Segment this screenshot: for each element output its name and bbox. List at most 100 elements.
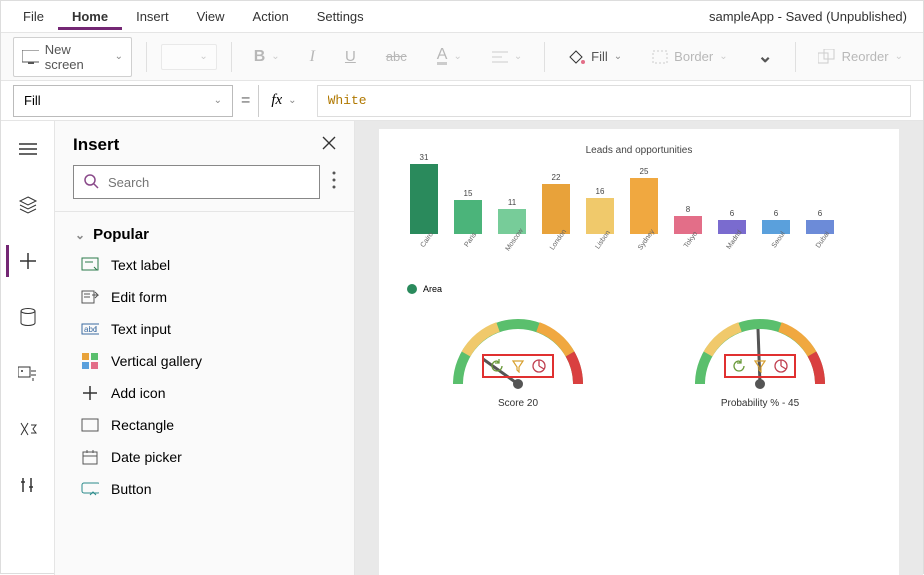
bar-value: 15 [464,189,473,198]
bar-2: 11Moscow [495,198,529,260]
insert-item-datepicker[interactable]: Date picker [73,441,354,473]
bar-category: Tokyo [683,231,712,259]
insert-item-label: Add icon [111,385,165,401]
gauge-probability: Probability % - 45 [680,304,840,409]
filter-icon [512,359,524,373]
rail-advanced-tools[interactable] [8,469,48,501]
layers-icon [18,196,38,214]
insert-item-rect[interactable]: Rectangle [73,409,354,441]
gauge-label: Score 20 [498,398,538,409]
menu-insert[interactable]: Insert [122,3,183,30]
chevron-down-icon: ⌄ [514,51,522,62]
bar-value: 6 [818,209,822,218]
bar-chart: 31Cairo15Paris11Moscow22London16Lisbon25… [397,170,881,260]
ribbon-toolbar: New screen ⌄ ⌄ B⌄ I U abc A⌄ ⌄ Fill ⌄ Bo… [1,33,923,81]
search-box[interactable] [73,165,320,199]
menu-view[interactable]: View [183,3,239,30]
fx-indicator[interactable]: fx ⌄ [258,85,308,117]
expand-button[interactable]: ⌄ [750,42,781,71]
hamburger-icon [19,142,37,156]
equals-sign: = [241,92,250,110]
bar-rect [630,178,658,234]
panel-title: Insert [73,135,119,155]
underline-button[interactable]: U [337,44,364,69]
chevron-down-icon: ⌄ [614,51,622,62]
group-header-popular[interactable]: ⌄ Popular [73,220,354,249]
panel-body: ⌄ Popular Text labelEdit formabcText inp… [55,212,354,575]
insert-item-label: Rectangle [111,417,174,433]
font-color-button[interactable]: A⌄ [429,44,470,69]
gauge-icon [438,304,598,394]
bar-value: 31 [420,153,429,162]
bar-rect [586,198,614,234]
app-canvas[interactable]: Leads and opportunities 31Cairo15Paris11… [379,129,899,575]
border-label: Border [674,49,713,64]
insert-item-editform[interactable]: Edit form [73,281,354,313]
property-selector[interactable]: Fill ⌄ [13,85,233,117]
bar-3: 22London [539,173,573,260]
fx-icon: fx [271,92,282,109]
search-input[interactable] [108,175,309,190]
divider [146,42,147,72]
insert-item-addicon[interactable]: Add icon [73,377,354,409]
insert-item-textinput[interactable]: abcText input [73,313,354,345]
new-screen-button[interactable]: New screen ⌄ [13,37,132,77]
chevron-down-icon: ⌄ [895,51,903,62]
fill-button[interactable]: Fill ⌄ [559,45,630,69]
rail-variables[interactable] [8,413,48,445]
bar-9: 6Dubai [803,209,837,260]
bold-icon: B [254,48,266,66]
bar-category: Seoul [771,231,799,258]
menu-home[interactable]: Home [58,3,122,30]
search-icon [84,174,100,190]
editform-icon [81,288,99,306]
chevron-down-icon: ⌄ [453,51,461,62]
tools-icon [19,476,37,494]
legend-swatch [407,284,417,294]
bold-button[interactable]: B⌄ [246,44,288,70]
close-panel-button[interactable] [322,136,336,155]
highlight-box [482,354,554,378]
bar-1: 15Paris [451,189,485,260]
insert-item-button[interactable]: Button [73,473,354,505]
chevron-down-icon: ⌄ [758,46,773,67]
textlabel-icon [81,256,99,274]
rail-insert[interactable] [6,245,46,277]
align-button[interactable]: ⌄ [484,46,530,68]
main-area: Insert ⌄ Popular Text labelEdit formabcT… [1,121,923,575]
datepicker-icon [81,448,99,466]
chart-title: Leads and opportunities [397,145,881,156]
insert-item-textlabel[interactable]: Text label [73,249,354,281]
rail-hamburger[interactable] [8,133,48,165]
chevron-down-icon: ⌄ [271,51,279,62]
rail-tree-view[interactable] [8,189,48,221]
formula-input[interactable] [317,85,911,117]
bar-5: 25Sydney [627,167,661,260]
divider [544,42,545,72]
insert-item-label: Button [111,481,151,497]
border-button[interactable]: Border ⌄ [644,45,735,68]
rail-media[interactable] [8,357,48,389]
app-title: sampleApp - Saved (Unpublished) [709,9,915,24]
rail-data[interactable] [8,301,48,333]
strikethrough-button[interactable]: abc [378,45,415,68]
insert-item-label: Text input [111,321,171,337]
button-icon [81,480,99,498]
more-vertical-icon [332,171,336,189]
bar-value: 11 [508,198,516,207]
left-rail [1,121,55,575]
menu-file[interactable]: File [9,3,58,30]
bar-rect [454,200,482,234]
reorder-button[interactable]: Reorder ⌄ [810,45,911,69]
theme-color-picker[interactable]: ⌄ [161,44,217,70]
bar-rect [762,220,790,234]
insert-item-vgallery[interactable]: Vertical gallery [73,345,354,377]
chevron-down-icon: ⌄ [288,95,296,106]
menu-action[interactable]: Action [239,3,303,30]
refresh-icon [490,359,504,373]
plus-icon [19,252,37,270]
pie-icon [774,359,788,373]
menu-settings[interactable]: Settings [303,3,378,30]
italic-button[interactable]: I [302,44,323,70]
panel-more-button[interactable] [332,171,336,194]
